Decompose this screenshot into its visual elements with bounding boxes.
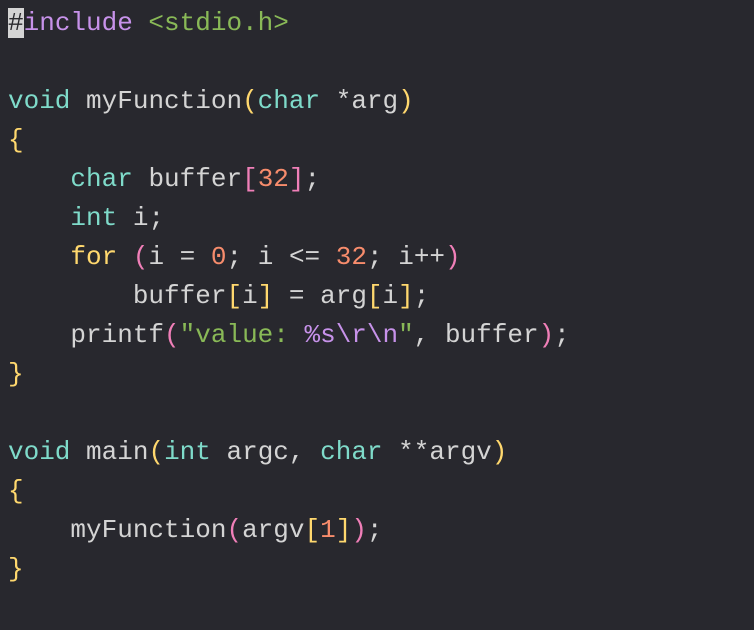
preproc-hash: # (8, 8, 24, 38)
include-keyword: include (24, 8, 133, 38)
limit-value: 32 (336, 242, 367, 272)
rbracket: ] (258, 281, 274, 311)
code-line: int i; (8, 203, 164, 233)
rparen: ) (398, 86, 414, 116)
lbracket: [ (226, 281, 242, 311)
string-literal: "value: (180, 320, 305, 350)
lparen: ( (164, 320, 180, 350)
rbracket: ] (398, 281, 414, 311)
close-brace: } (8, 554, 24, 584)
semicolon: ; (227, 242, 243, 272)
init-value: 0 (211, 242, 227, 272)
code-line: void main(int argc, char **argv) (8, 437, 507, 467)
code-line: { (8, 125, 24, 155)
format-specifier: %s\r\n (304, 320, 398, 350)
semicolon: ; (367, 515, 383, 545)
inc-var: i (398, 242, 414, 272)
rbracket: ] (336, 515, 352, 545)
param-name: argc (226, 437, 288, 467)
pointer-star: * (336, 86, 352, 116)
param-type: int (164, 437, 211, 467)
lbracket: [ (242, 164, 258, 194)
code-line: { (8, 476, 24, 506)
init-var: i (148, 242, 164, 272)
code-line: for (i = 0; i <= 32; i++) (8, 242, 461, 272)
rparen: ) (539, 320, 555, 350)
param-name: arg (351, 86, 398, 116)
function-name: main (86, 437, 148, 467)
param-name: argv (429, 437, 491, 467)
semicolon: ; (305, 164, 321, 194)
lparen: ( (226, 515, 242, 545)
code-line: #include <stdio.h> (8, 8, 289, 38)
rparen: ) (492, 437, 508, 467)
arg-var: argv (242, 515, 304, 545)
code-line: void myFunction(char *arg) (8, 86, 414, 116)
semicolon: ; (414, 281, 430, 311)
code-line: buffer[i] = arg[i]; (8, 281, 429, 311)
assign-op: = (289, 281, 305, 311)
code-line: myFunction(argv[1]); (8, 515, 383, 545)
index-value: 1 (320, 515, 336, 545)
var-type: int (70, 203, 117, 233)
arg-var: buffer (445, 320, 539, 350)
param-type: char (320, 437, 382, 467)
code-line: } (8, 359, 24, 389)
cond-var: i (258, 242, 274, 272)
close-brace: } (8, 359, 24, 389)
array-size: 32 (258, 164, 289, 194)
semicolon: ; (148, 203, 164, 233)
string-literal: " (398, 320, 414, 350)
pointer-stars: ** (398, 437, 429, 467)
angle-close: > (273, 8, 289, 38)
code-line: printf("value: %s\r\n", buffer); (8, 320, 570, 350)
return-type: void (8, 437, 70, 467)
code-line: } (8, 554, 24, 584)
lparen: ( (148, 437, 164, 467)
var-type: char (70, 164, 132, 194)
function-name: myFunction (86, 86, 242, 116)
header-name: stdio.h (164, 8, 273, 38)
var-name: i (133, 203, 149, 233)
function-call: printf (70, 320, 164, 350)
inc-op: ++ (414, 242, 445, 272)
open-brace: { (8, 125, 24, 155)
code-line: char buffer[32]; (8, 164, 320, 194)
rparen: ) (445, 242, 461, 272)
lbracket: [ (304, 515, 320, 545)
semicolon: ; (367, 242, 383, 272)
lhs-var: buffer (133, 281, 227, 311)
for-keyword: for (70, 242, 117, 272)
comma: , (289, 437, 305, 467)
compare-op: <= (289, 242, 320, 272)
semicolon: ; (554, 320, 570, 350)
lbracket: [ (367, 281, 383, 311)
index-var: i (242, 281, 258, 311)
assign-op: = (180, 242, 196, 272)
rparen: ) (351, 515, 367, 545)
lparen: ( (242, 86, 258, 116)
rhs-var: arg (320, 281, 367, 311)
function-call: myFunction (70, 515, 226, 545)
lparen: ( (133, 242, 149, 272)
code-block: #include <stdio.h> void myFunction(char … (8, 4, 746, 589)
comma: , (414, 320, 430, 350)
rbracket: ] (289, 164, 305, 194)
index-var: i (383, 281, 399, 311)
param-type: char (258, 86, 320, 116)
open-brace: { (8, 476, 24, 506)
angle-open: < (133, 8, 164, 38)
var-name: buffer (148, 164, 242, 194)
return-type: void (8, 86, 70, 116)
